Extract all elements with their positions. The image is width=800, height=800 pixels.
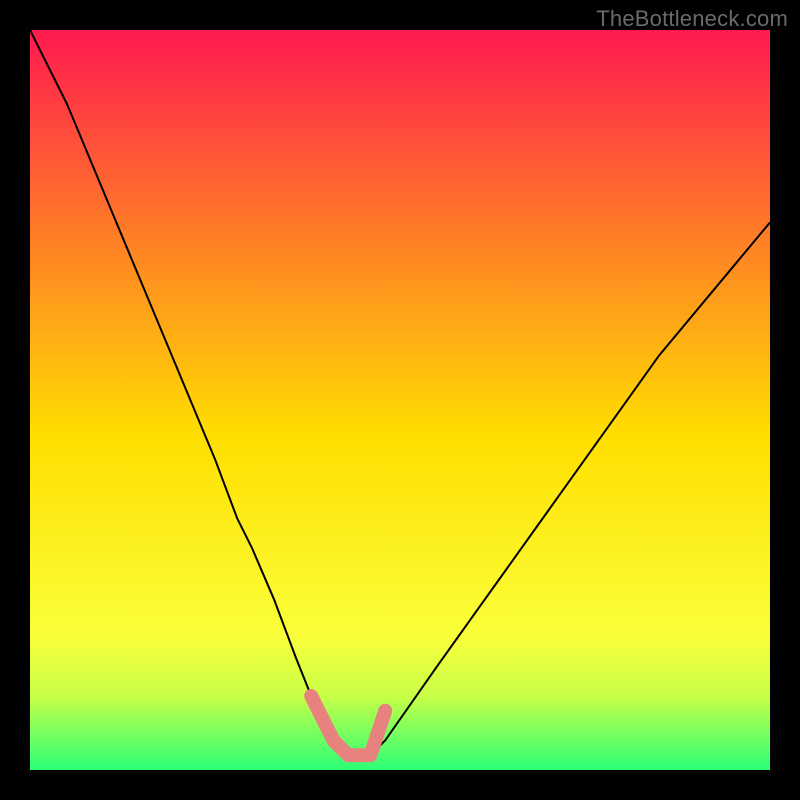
plot-frame [30, 30, 770, 770]
chart-container: TheBottleneck.com [0, 0, 800, 800]
chart-svg [30, 30, 770, 770]
watermark-text: TheBottleneck.com [596, 6, 788, 32]
gradient-background [30, 30, 770, 770]
